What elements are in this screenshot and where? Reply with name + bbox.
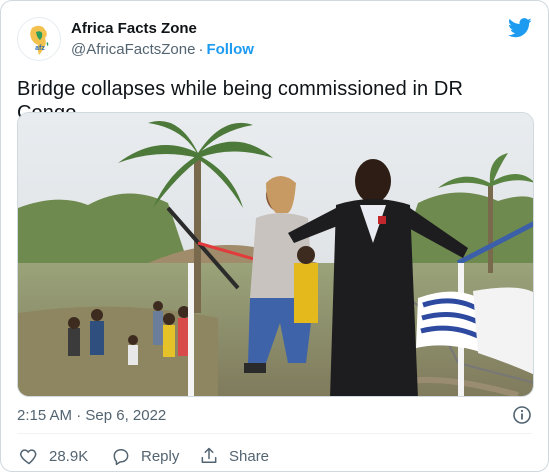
- author-name[interactable]: Africa Facts Zone: [71, 20, 197, 37]
- author-handle-row: @AfricaFactsZone · Follow: [71, 41, 254, 58]
- tweet-media-image[interactable]: [17, 112, 534, 397]
- tweet-card: afz Africa Facts Zone @AfricaFactsZone · F…: [0, 0, 549, 472]
- like-button[interactable]: 28.9K: [19, 445, 88, 467]
- separator-dot: ·: [198, 41, 204, 58]
- africa-map-logo-icon: afz: [30, 25, 49, 55]
- reply-button[interactable]: Reply: [111, 445, 179, 467]
- avatar[interactable]: afz: [17, 17, 61, 61]
- info-icon[interactable]: [512, 405, 532, 425]
- like-count: 28.9K: [49, 447, 89, 465]
- tweet-timestamp[interactable]: 2:15 AM · Sep 6, 2022: [17, 407, 166, 424]
- reply-label: Reply: [141, 447, 180, 465]
- divider: [17, 433, 532, 434]
- tweet-meta-row: 2:15 AM · Sep 6, 2022: [17, 405, 532, 425]
- twitter-bird-icon[interactable]: [508, 17, 532, 39]
- bridge-collapse-photo: [18, 113, 533, 396]
- tweet-actions: 28.9K Reply Share: [17, 445, 532, 467]
- tweet-header: afz Africa Facts Zone @AfricaFactsZone · F…: [17, 15, 532, 63]
- author-handle[interactable]: @AfricaFactsZone: [71, 41, 195, 58]
- svg-text:afz: afz: [35, 45, 45, 52]
- share-button[interactable]: Share: [199, 445, 269, 467]
- follow-button[interactable]: Follow: [206, 41, 254, 58]
- share-upload-icon: [201, 447, 217, 463]
- reply-bubble-icon: [113, 449, 129, 466]
- share-label: Share: [229, 447, 270, 465]
- heart-icon: [20, 449, 37, 465]
